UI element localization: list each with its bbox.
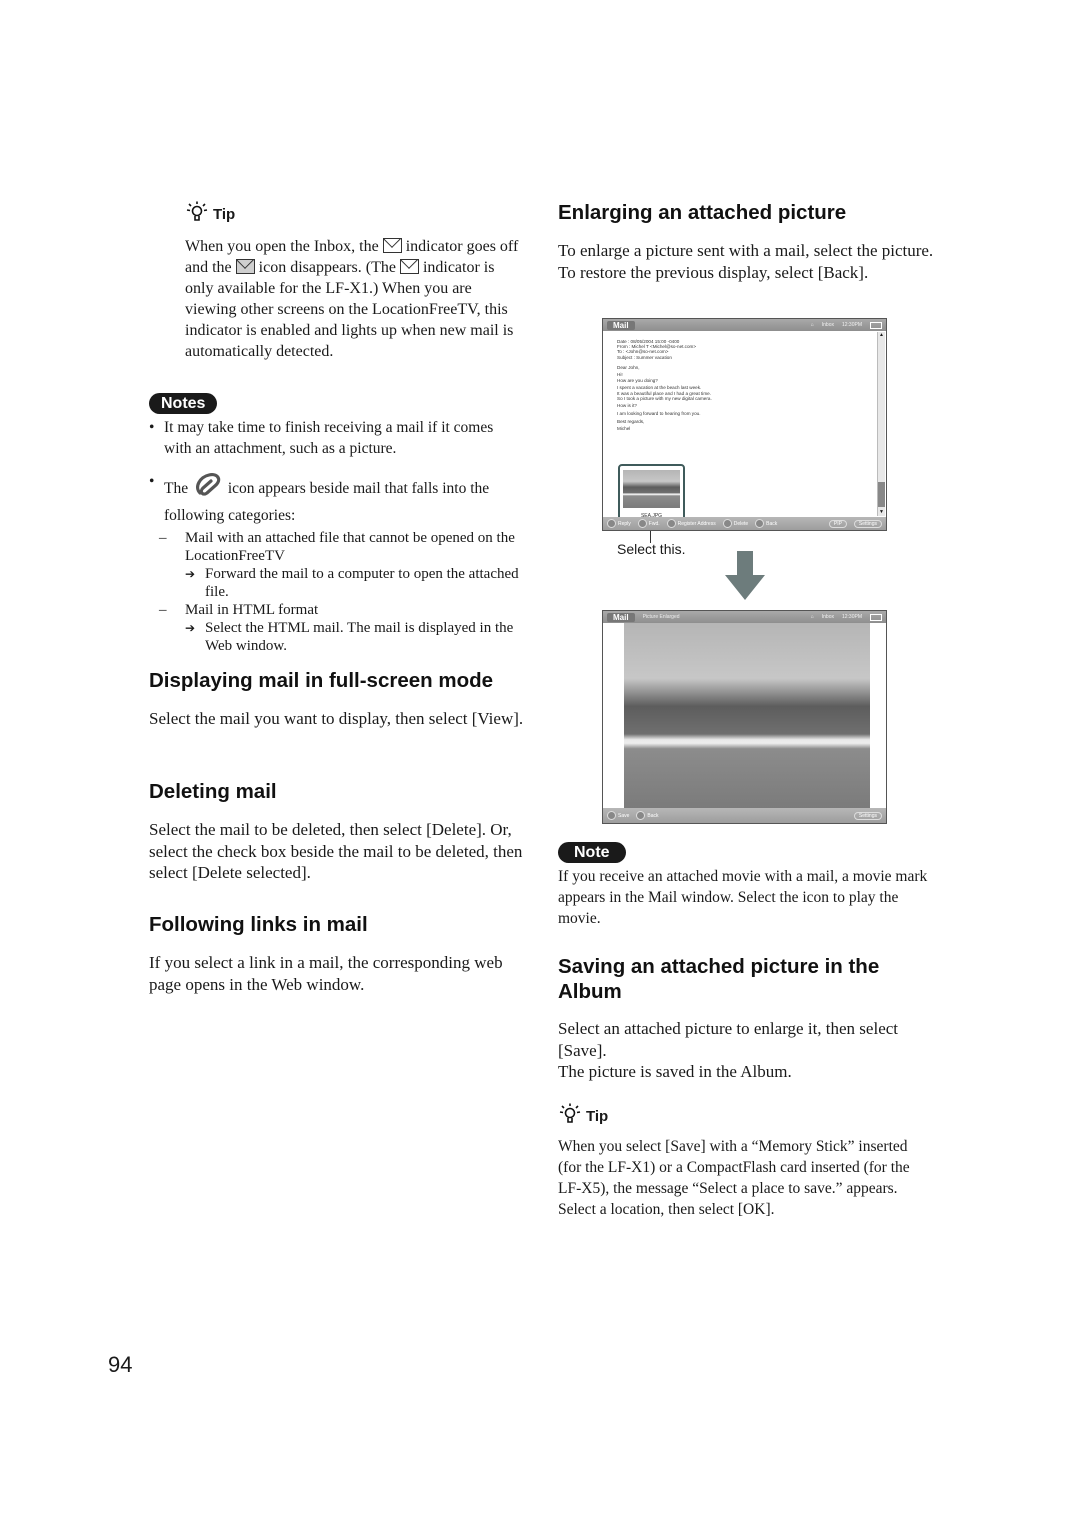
screen-title: Mail (607, 320, 635, 330)
note-action: ➔ Forward the mail to a computer to open … (185, 566, 519, 600)
screen-toolbar: Save Back Settings (603, 808, 886, 823)
screen-title-bar: Mail Picture Enlarged ⌂ Inbox 12:30PM (603, 611, 886, 623)
section-body: Select the mail you want to display, the… (149, 709, 524, 728)
settings-button[interactable]: Settings (853, 811, 882, 820)
mail-line: It was a beautiful place and I had a gre… (617, 390, 711, 396)
tip-box: Tip When you open the Inbox, the indicat… (185, 200, 525, 362)
section-heading: Saving an attached picture in the Album (558, 955, 880, 1003)
mail-indicator-icon (399, 259, 419, 274)
down-arrow-icon (724, 551, 766, 606)
tip-text: When you select [Save] with a “Memory St… (558, 1138, 910, 1218)
reply-icon (607, 519, 616, 528)
note-body: If you receive an attached movie with a … (558, 868, 928, 927)
paperclip-icon (192, 471, 224, 505)
section-body: Select an attached picture to enlarge it… (558, 1019, 899, 1081)
back-icon (636, 811, 646, 820)
section-body: To enlarge a picture sent with a mail, s… (558, 241, 934, 282)
clock: 12:30PM (841, 322, 862, 328)
section-deleting-mail: Deleting mail Select the mail to be dele… (149, 779, 529, 884)
reply-button[interactable]: Reply (607, 519, 631, 528)
pip-button[interactable]: PIP (828, 519, 847, 528)
mail-indicator-icon (382, 238, 402, 253)
scroll-up-icon[interactable]: ▲ (879, 333, 884, 338)
note-badge: Note (558, 842, 626, 863)
note-item: The icon appears beside mail that falls … (149, 471, 524, 526)
register-address-button[interactable]: Register Address (666, 519, 716, 528)
tip-text: When you open the Inbox, the indicator g… (185, 238, 519, 360)
inbox-label: Inbox (821, 614, 834, 620)
back-button[interactable]: Back (636, 811, 659, 820)
screen-title-bar: Mail ⌂ Inbox 12:30PM (603, 319, 886, 331)
enlarged-picture (624, 623, 870, 808)
address-icon (666, 519, 676, 528)
section-heading: Enlarging an attached picture (558, 201, 847, 224)
save-button[interactable]: Save (607, 811, 629, 820)
tip-heading: Tip (558, 1102, 933, 1130)
mail-line: So I took a picture with my new digital … (617, 395, 712, 401)
attachment-thumbnail[interactable]: SEA.JPG (618, 464, 685, 522)
picture-enlarged-screen: Mail Picture Enlarged ⌂ Inbox 12:30PM Sa… (602, 610, 887, 824)
delete-button[interactable]: Delete (722, 519, 748, 528)
arrow-icon: ➔ (185, 567, 196, 581)
screen-title: Mail (607, 612, 635, 622)
note-subitem: – Mail in HTML format (159, 602, 319, 618)
section-saving: Saving an attached picture in the Album … (558, 954, 938, 1083)
home-icon: ⌂ (810, 614, 814, 620)
save-icon (607, 811, 616, 820)
lightbulb-icon (185, 200, 209, 228)
screen-subtitle: Picture Enlarged (642, 614, 680, 620)
section-full-screen: Displaying mail in full-screen mode Sele… (149, 668, 529, 730)
back-icon (755, 519, 765, 528)
mail-line: I am looking forward to hearing from you… (617, 411, 701, 417)
notes-box: Notes It may take time to finish receivi… (149, 393, 524, 655)
section-following-links: Following links in mail If you select a … (149, 912, 529, 995)
tip-heading: Tip (185, 200, 525, 228)
forward-button[interactable]: Fwd. (637, 519, 660, 528)
battery-icon (870, 613, 882, 621)
tip-label: Tip (213, 205, 236, 223)
home-icon: ⌂ (810, 322, 814, 328)
section-heading: Displaying mail in full-screen mode (149, 669, 494, 692)
tip-box-2: Tip When you select [Save] with a “Memor… (558, 1102, 933, 1220)
forward-icon (637, 519, 647, 528)
page-number: 94 (108, 1352, 133, 1377)
settings-button[interactable]: Settings (853, 519, 882, 528)
section-body: Select the mail to be deleted, then sele… (149, 820, 523, 882)
lightbulb-icon (558, 1102, 582, 1130)
section-heading: Following links in mail (149, 913, 368, 936)
mail-body: Date : 08/05/2004 15:00 -0400 From : Mich… (617, 339, 712, 432)
tip-label: Tip (586, 1107, 609, 1125)
note-subitem: – Mail with an attached file that cannot … (159, 530, 515, 564)
thumbnail-image (623, 470, 680, 508)
battery-icon (870, 321, 882, 329)
mail-line: I spent a vacation at the beach last wee… (617, 385, 702, 391)
note-item: It may take time to finish receiving a m… (149, 417, 524, 459)
note-box: Note If you receive an attached movie wi… (558, 842, 933, 929)
clock: 12:30PM (841, 614, 862, 620)
mail-screen: Mail ⌂ Inbox 12:30PM Date : 08/05/2004 1… (602, 318, 887, 531)
back-button[interactable]: Back (755, 519, 777, 528)
arrow-icon: ➔ (185, 621, 196, 635)
callout-text: Select this. (617, 541, 686, 557)
notes-badge: Notes (149, 393, 218, 414)
section-body: If you select a link in a mail, the corr… (149, 953, 503, 994)
scrollbar[interactable]: ▲ ▼ (877, 332, 885, 516)
mail-line: Michel (617, 426, 631, 432)
scroll-down-icon[interactable]: ▼ (879, 510, 884, 515)
note-action: ➔ Select the HTML mail. The mail is displ… (185, 620, 514, 654)
delete-icon (722, 519, 732, 528)
screen-toolbar: Reply Fwd. Register Address Delete Back … (603, 517, 886, 530)
inbox-label: Inbox (821, 322, 834, 328)
section-enlarging: Enlarging an attached picture To enlarge… (558, 200, 938, 283)
section-heading: Deleting mail (149, 780, 277, 803)
mail-icon (235, 259, 255, 274)
scroll-thumb[interactable] (878, 482, 885, 507)
